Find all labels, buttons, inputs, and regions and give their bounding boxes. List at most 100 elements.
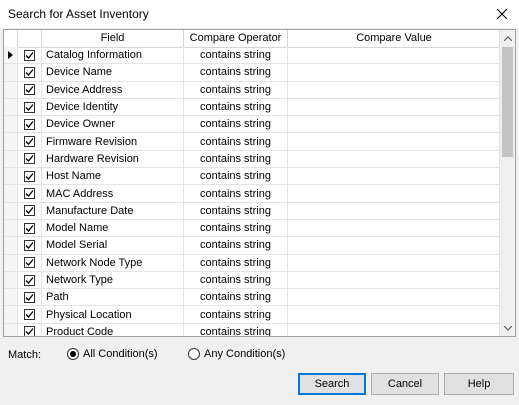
table-row[interactable]: Device Name contains string xyxy=(4,64,501,82)
row-compare-operator[interactable]: contains string xyxy=(184,202,288,219)
table-row[interactable]: Device Address contains string xyxy=(4,81,501,99)
row-selector[interactable] xyxy=(4,271,18,289)
row-selector[interactable] xyxy=(4,185,18,202)
table-row[interactable]: Catalog Information contains string xyxy=(4,47,501,65)
row-checkbox-cell[interactable] xyxy=(18,254,42,271)
row-compare-operator[interactable]: contains string xyxy=(184,64,288,81)
row-selector[interactable] xyxy=(4,47,18,64)
row-compare-operator[interactable]: contains string xyxy=(184,185,288,202)
row-selector[interactable] xyxy=(4,168,18,185)
row-compare-value[interactable] xyxy=(288,150,501,168)
table-row[interactable]: Device Identity contains string xyxy=(4,98,501,117)
table-row[interactable]: Model Serial contains string xyxy=(4,237,501,255)
radio-all-indicator[interactable] xyxy=(67,348,79,360)
row-checkbox-cell[interactable] xyxy=(18,185,42,202)
row-field[interactable]: Device Name xyxy=(42,64,184,81)
row-selector[interactable] xyxy=(4,116,18,133)
row-checkbox[interactable] xyxy=(24,170,35,182)
row-selector[interactable] xyxy=(4,289,18,306)
row-compare-operator[interactable]: contains string xyxy=(184,219,288,237)
table-row[interactable]: MAC Address contains string xyxy=(4,185,501,203)
row-checkbox[interactable] xyxy=(24,222,35,234)
table-row[interactable]: Path contains string xyxy=(4,289,501,307)
row-selector[interactable] xyxy=(4,133,18,150)
row-compare-value[interactable] xyxy=(288,271,501,289)
row-field[interactable]: Product Code xyxy=(42,323,184,336)
row-field[interactable]: Device Owner xyxy=(42,116,184,133)
row-field[interactable]: MAC Address xyxy=(42,185,184,202)
row-selector[interactable] xyxy=(4,150,18,168)
row-compare-operator[interactable]: contains string xyxy=(184,306,288,323)
row-checkbox-cell[interactable] xyxy=(18,219,42,237)
scroll-up-button[interactable] xyxy=(500,30,515,46)
row-field[interactable]: Hardware Revision xyxy=(42,150,184,168)
row-checkbox-cell[interactable] xyxy=(18,168,42,185)
row-compare-value[interactable] xyxy=(288,116,501,133)
row-checkbox[interactable] xyxy=(24,205,35,217)
close-button[interactable] xyxy=(485,0,519,28)
row-compare-value[interactable] xyxy=(288,323,501,336)
table-row[interactable]: Device Owner contains string xyxy=(4,116,501,134)
row-selector[interactable] xyxy=(4,237,18,254)
header-field[interactable]: Field xyxy=(42,30,184,47)
row-field[interactable]: Device Identity xyxy=(42,98,184,116)
row-checkbox[interactable] xyxy=(24,291,35,303)
table-row[interactable]: Network Node Type contains string xyxy=(4,254,501,272)
row-checkbox-cell[interactable] xyxy=(18,202,42,219)
row-field[interactable]: Path xyxy=(42,289,184,306)
row-selector[interactable] xyxy=(4,98,18,116)
row-checkbox-cell[interactable] xyxy=(18,289,42,306)
row-compare-operator[interactable]: contains string xyxy=(184,168,288,185)
row-field[interactable]: Firmware Revision xyxy=(42,133,184,150)
row-selector[interactable] xyxy=(4,202,18,219)
row-compare-value[interactable] xyxy=(288,98,501,116)
row-selector[interactable] xyxy=(4,254,18,271)
row-checkbox[interactable] xyxy=(24,66,35,78)
table-row[interactable]: Network Type contains string xyxy=(4,271,501,290)
row-compare-value[interactable] xyxy=(288,237,501,254)
row-compare-value[interactable] xyxy=(288,81,501,98)
row-compare-operator[interactable]: contains string xyxy=(184,116,288,133)
row-selector[interactable] xyxy=(4,306,18,323)
row-compare-value[interactable] xyxy=(288,254,501,271)
radio-any-indicator[interactable] xyxy=(188,348,200,360)
row-selector[interactable] xyxy=(4,81,18,98)
row-compare-value[interactable] xyxy=(288,133,501,150)
row-checkbox-cell[interactable] xyxy=(18,237,42,254)
row-field[interactable]: Model Name xyxy=(42,219,184,237)
row-field[interactable]: Network Node Type xyxy=(42,254,184,271)
row-checkbox-cell[interactable] xyxy=(18,81,42,98)
row-checkbox[interactable] xyxy=(24,49,35,61)
row-compare-value[interactable] xyxy=(288,289,501,306)
row-checkbox[interactable] xyxy=(24,239,35,251)
table-row[interactable]: Hardware Revision contains string xyxy=(4,150,501,169)
vertical-scrollbar[interactable] xyxy=(499,30,515,336)
row-compare-value[interactable] xyxy=(288,219,501,237)
row-field[interactable]: Manufacture Date xyxy=(42,202,184,219)
row-compare-value[interactable] xyxy=(288,185,501,202)
row-checkbox[interactable] xyxy=(24,188,35,200)
row-compare-operator[interactable]: contains string xyxy=(184,289,288,306)
row-field[interactable]: Network Type xyxy=(42,271,184,289)
row-compare-operator[interactable]: contains string xyxy=(184,254,288,271)
header-compare-operator[interactable]: Compare Operator xyxy=(184,30,288,47)
table-row[interactable]: Product Code contains string xyxy=(4,323,501,336)
row-compare-value[interactable] xyxy=(288,168,501,185)
cancel-button[interactable]: Cancel xyxy=(371,373,439,395)
row-selector[interactable] xyxy=(4,64,18,81)
header-compare-value[interactable]: Compare Value xyxy=(288,30,501,47)
row-checkbox[interactable] xyxy=(24,136,35,148)
radio-all-conditions[interactable]: All Condition(s) xyxy=(67,348,158,360)
row-selector[interactable] xyxy=(4,323,18,336)
row-checkbox-cell[interactable] xyxy=(18,98,42,116)
row-compare-operator[interactable]: contains string xyxy=(184,323,288,336)
row-compare-value[interactable] xyxy=(288,64,501,81)
row-checkbox[interactable] xyxy=(24,257,35,269)
row-checkbox-cell[interactable] xyxy=(18,271,42,289)
row-checkbox[interactable] xyxy=(24,118,35,130)
row-field[interactable]: Model Serial xyxy=(42,237,184,254)
scroll-down-button[interactable] xyxy=(500,320,515,336)
row-checkbox[interactable] xyxy=(24,274,35,286)
row-checkbox[interactable] xyxy=(24,101,35,113)
row-field[interactable]: Catalog Information xyxy=(42,47,184,64)
